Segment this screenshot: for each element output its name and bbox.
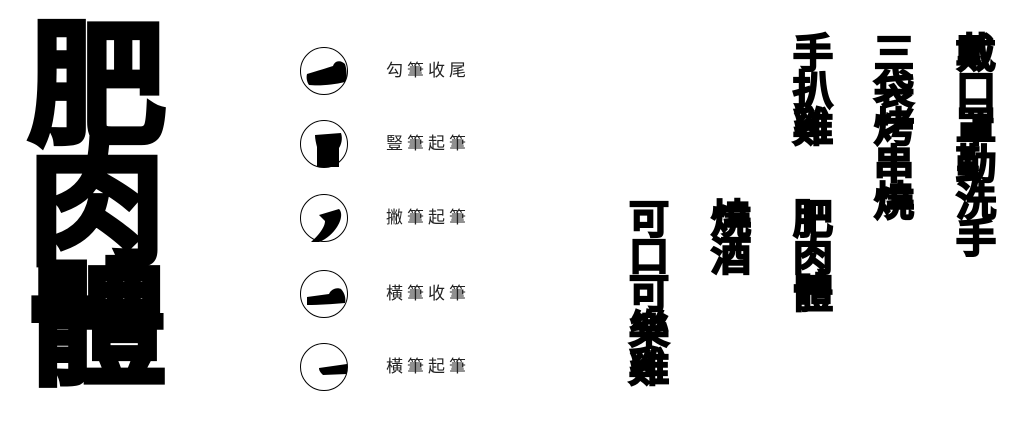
legend-row-horizontal-start: 橫筆起筆 [300,342,470,392]
legend-row-horizontal-end: 橫筆收筆 [300,269,470,319]
horizontal-stroke-start-icon [300,343,348,391]
legend-row-left-falling-start: 撇筆起筆 [300,193,470,243]
phrase-column-4: 肥 肉 體 [783,199,843,317]
phrase-char: 雞 [792,105,834,151]
phrase-char: 體 [792,271,834,317]
display-title: 肥 肉 體 [12,17,182,404]
legend-row-hook-end: 勾筆收尾 [300,46,470,96]
phrase-column-3: 手 扒 雞 [783,33,843,151]
legend-label: 撇筆起筆 [386,208,470,228]
legend-label: 橫筆起筆 [386,357,470,377]
hook-stroke-end-icon [300,47,348,95]
phrase-column-2: 三 袋 烤 串 燒 [864,33,924,225]
legend-label: 橫筆收筆 [386,284,470,304]
horizontal-stroke-end-icon [300,270,348,318]
legend-row-vertical-start: 豎筆起筆 [300,119,470,169]
left-falling-stroke-start-icon [300,194,348,242]
phrase-column-1: 戴 口 罩 勤 洗 手 [946,33,1006,262]
title-char-3: 體 [25,248,168,404]
phrase-column-5: 燒 酒 [701,199,761,280]
phrase-char: 燒 [873,179,915,225]
phrase-column-6: 可 口 可 樂 雞 [619,199,679,391]
phrase-char: 酒 [710,234,752,280]
vertical-stroke-start-icon [300,120,348,168]
phrase-char: 手 [955,216,997,262]
phrase-char: 雞 [628,345,670,391]
legend-label: 豎筆起筆 [386,134,470,154]
legend-label: 勾筆收尾 [386,61,470,81]
